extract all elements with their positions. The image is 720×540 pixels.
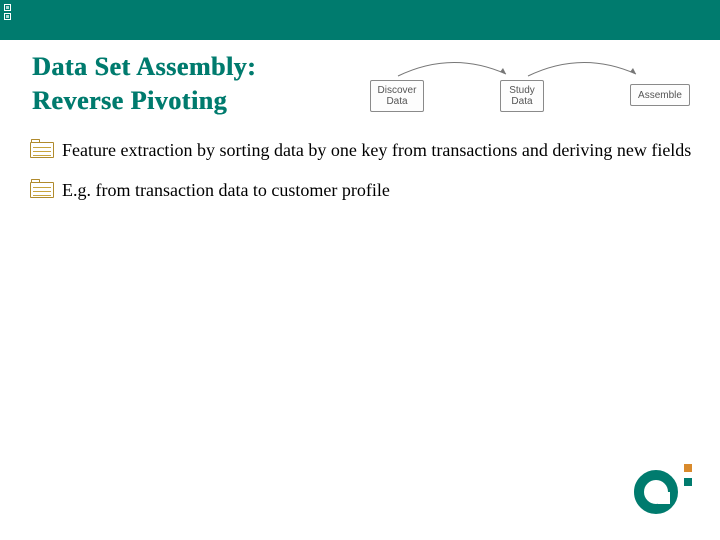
folder-icon <box>30 140 56 160</box>
flow-step-study-label: Study Data <box>509 85 535 107</box>
footer-logo <box>632 464 692 516</box>
header-glyph-1 <box>4 4 11 11</box>
slide: Data Set Assembly: Reverse Pivoting Disc… <box>0 0 720 540</box>
flow-diagram: Discover Data Study Data Assemble <box>370 60 710 140</box>
logo-ring-icon <box>634 470 678 514</box>
bullet-text: Feature extraction by sorting data by on… <box>62 138 700 162</box>
flow-step-study: Study Data <box>500 80 544 112</box>
header-glyph-2 <box>4 13 11 20</box>
bullet-item: Feature extraction by sorting data by on… <box>30 138 700 162</box>
flow-step-discover-label: Discover Data <box>378 85 417 107</box>
flow-step-assemble: Assemble <box>630 84 690 106</box>
title-line-1: Data Set Assembly: <box>32 52 256 82</box>
flow-step-assemble-label: Assemble <box>638 90 682 101</box>
logo-accent-square-teal <box>684 478 692 486</box>
header-bar <box>0 0 720 40</box>
flow-arrow-2 <box>522 56 642 80</box>
bullet-text: E.g. from transaction data to customer p… <box>62 178 700 202</box>
folder-icon <box>30 180 56 200</box>
flow-step-discover: Discover Data <box>370 80 424 112</box>
header-icon-column <box>4 4 20 20</box>
title-line-2: Reverse Pivoting <box>32 86 227 116</box>
flow-arrow-1 <box>392 56 512 80</box>
body-content: Feature extraction by sorting data by on… <box>30 138 700 219</box>
logo-accent-square-orange <box>684 464 692 472</box>
bullet-item: E.g. from transaction data to customer p… <box>30 178 700 202</box>
